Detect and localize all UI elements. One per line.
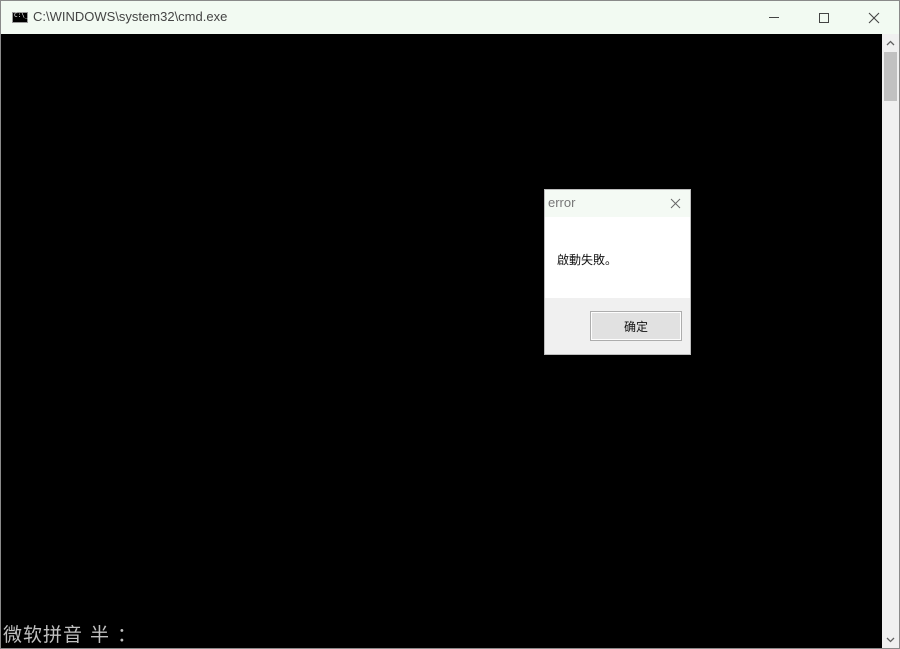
maximize-icon xyxy=(819,12,829,23)
error-dialog: error 啟動失敗。 确定 xyxy=(544,189,691,355)
cmd-console-icon xyxy=(12,12,28,23)
chevron-down-icon xyxy=(886,637,895,642)
dialog-close-button[interactable] xyxy=(663,192,687,214)
scroll-up-button[interactable] xyxy=(882,34,899,51)
scroll-thumb[interactable] xyxy=(884,52,897,101)
dialog-message: 啟動失敗。 xyxy=(557,253,618,267)
chevron-up-icon xyxy=(886,40,895,45)
ok-button[interactable]: 确定 xyxy=(590,311,682,341)
minimize-icon xyxy=(769,17,779,18)
maximize-button[interactable] xyxy=(801,1,847,34)
close-icon xyxy=(868,12,880,23)
ime-status-text: 微软拼音 半 ： xyxy=(3,624,138,646)
close-icon xyxy=(670,198,680,208)
title-bar[interactable]: C:\WINDOWS\system32\cmd.exe xyxy=(1,1,899,34)
window-title: C:\WINDOWS\system32\cmd.exe xyxy=(33,9,228,24)
minimize-button[interactable] xyxy=(751,1,797,34)
console-area[interactable] xyxy=(1,34,882,648)
cmd-window: C:\WINDOWS\system32\cmd.exe xyxy=(0,0,900,649)
dialog-title: error xyxy=(548,195,576,210)
vertical-scrollbar[interactable] xyxy=(882,34,899,648)
close-button[interactable] xyxy=(851,1,897,34)
scroll-down-button[interactable] xyxy=(882,631,899,648)
